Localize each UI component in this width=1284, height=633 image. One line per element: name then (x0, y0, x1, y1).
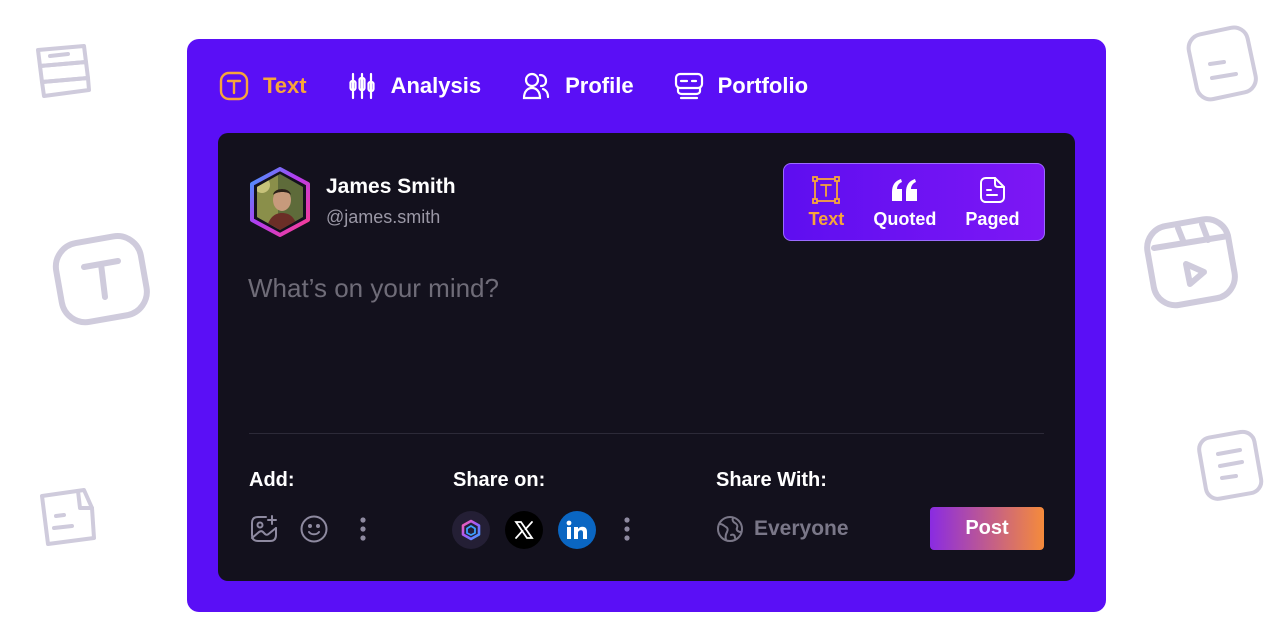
share-linkedin-button[interactable] (558, 511, 596, 549)
cube-logo-icon (461, 519, 481, 541)
add-image-button[interactable] (248, 513, 280, 545)
top-nav: Text Analysis Profile Portfolio (219, 69, 848, 103)
add-more-button[interactable] (354, 515, 372, 543)
audience-label: Everyone (754, 517, 849, 540)
users-icon (521, 71, 551, 101)
stack-doc-icon (28, 38, 94, 104)
share-x-button[interactable] (505, 511, 543, 549)
avatar[interactable] (248, 167, 312, 237)
nav-item-label: Portfolio (717, 73, 809, 98)
share-more-button[interactable] (618, 515, 636, 543)
audience-selector[interactable]: Everyone (716, 515, 849, 543)
nav-item-profile[interactable]: Profile (521, 71, 634, 101)
nav-item-portfolio[interactable]: Portfolio (674, 71, 808, 101)
share-on-label: Share on: (453, 469, 546, 491)
x-logo-icon (514, 521, 534, 539)
page-icon (34, 486, 100, 552)
share-network-button[interactable] (452, 511, 490, 549)
add-emoji-button[interactable] (298, 513, 330, 545)
page-icon (977, 175, 1007, 205)
nav-item-label: Text (263, 73, 307, 98)
more-vertical-icon (360, 517, 366, 541)
candles-icon (347, 71, 377, 101)
linkedin-logo-icon (566, 520, 587, 539)
smiley-icon (300, 515, 328, 543)
quote-icon (890, 175, 920, 205)
user-name: James Smith (326, 175, 456, 198)
post-text-input[interactable] (248, 273, 1038, 393)
nav-item-text[interactable]: Text (219, 71, 307, 101)
globe-icon (717, 516, 743, 542)
composer-frame: Text Analysis Profile Portfolio James Sm… (187, 39, 1106, 612)
nav-item-label: Profile (565, 73, 634, 98)
mode-label: Quoted (873, 208, 937, 229)
text-box-icon (50, 225, 154, 329)
nav-item-analysis[interactable]: Analysis (347, 71, 482, 101)
user-handle: @james.smith (326, 207, 441, 227)
video-reel-icon (1142, 212, 1242, 312)
post-type-switch: Text Quoted Paged (783, 163, 1045, 241)
mode-label: Paged (965, 208, 1020, 229)
post-composer-card: James Smith @james.smith Text Quoted Pag… (218, 133, 1075, 581)
nav-item-label: Analysis (390, 73, 482, 98)
text-box-icon (219, 71, 249, 101)
text-frame-icon (811, 175, 841, 205)
divider (249, 433, 1044, 434)
post-button[interactable]: Post (930, 507, 1044, 550)
mode-label: Text (808, 208, 845, 229)
mode-text[interactable]: Text (808, 175, 845, 230)
mode-quoted[interactable]: Quoted (873, 175, 936, 230)
mode-paged[interactable]: Paged (965, 175, 1019, 230)
page-icon (1184, 22, 1264, 102)
share-with-label: Share With: (716, 469, 827, 491)
image-plus-icon (251, 515, 277, 542)
more-vertical-icon (624, 517, 630, 541)
stack-icon (674, 71, 704, 101)
doc-lines-icon (1196, 426, 1268, 502)
add-label: Add: (249, 469, 295, 491)
